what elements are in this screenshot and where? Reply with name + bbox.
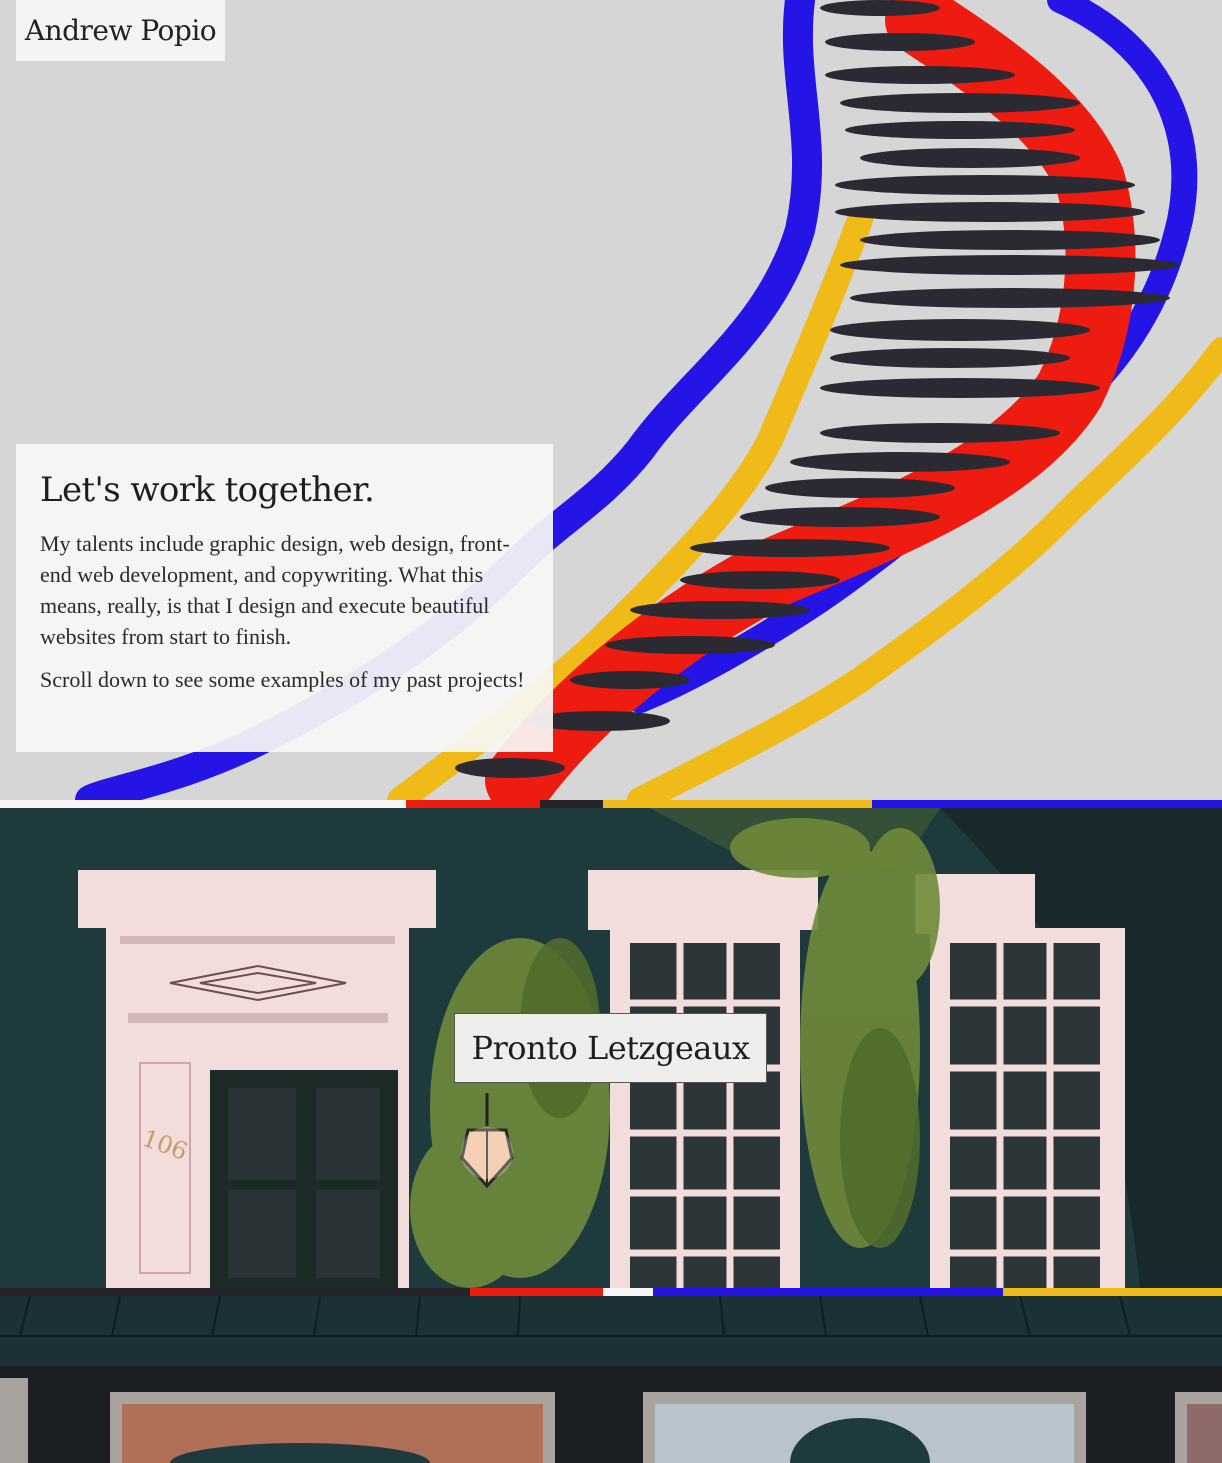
divider-stripe	[540, 800, 603, 808]
divider-stripe	[470, 1288, 603, 1296]
intro-paragraph: My talents include graphic design, web d…	[40, 531, 510, 649]
divider-stripe	[0, 1288, 470, 1296]
divider-stripe	[406, 800, 540, 808]
divider-stripe	[0, 800, 406, 808]
site-logo[interactable]: Andrew Popio	[16, 0, 225, 61]
intro-card: Let's work together. My talents include …	[16, 444, 553, 752]
brand-name: Andrew Popio	[24, 14, 217, 47]
gallery-illustration	[0, 1296, 1222, 1463]
hero-section: Andrew Popio Let's work together. My tal…	[0, 0, 1222, 800]
intro-paragraph: Scroll down to see some examples of my p…	[40, 667, 525, 692]
project-pronto-section[interactable]: 106 Pronto Letzgeaux	[0, 808, 1222, 1288]
divider-stripe	[603, 800, 872, 808]
intro-heading: Let's work together.	[40, 470, 375, 510]
divider-stripe	[653, 1288, 1003, 1296]
divider-stripe	[872, 800, 1222, 808]
project-title: Pronto Letzgeaux	[471, 1029, 750, 1067]
project-gallery-section[interactable]	[0, 1296, 1222, 1463]
project-title-card[interactable]: Pronto Letzgeaux	[454, 1013, 767, 1083]
divider-stripe	[603, 1288, 653, 1296]
divider-stripe	[1003, 1288, 1222, 1296]
